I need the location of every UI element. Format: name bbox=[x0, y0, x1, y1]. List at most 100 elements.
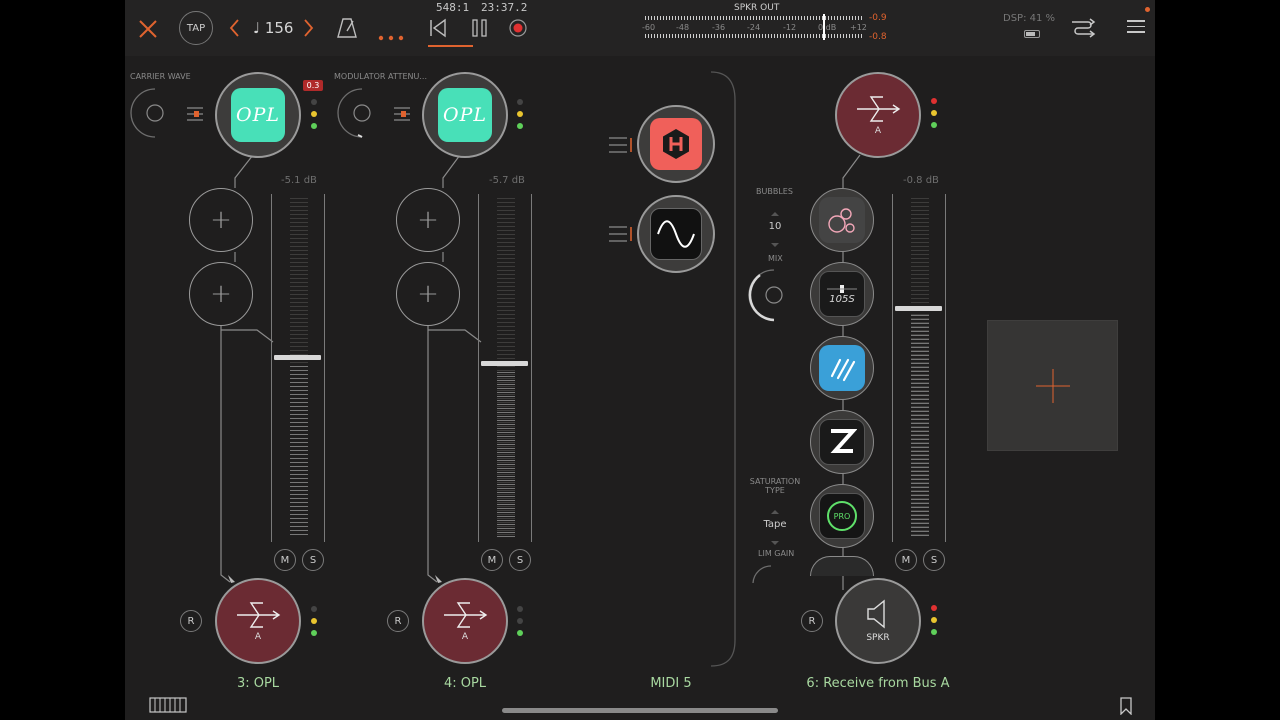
ch6-record-arm-button[interactable]: R bbox=[801, 610, 823, 632]
ch3-add-effect-slot-1[interactable]: + bbox=[189, 188, 253, 252]
ch3-plugin-node[interactable]: OPL bbox=[215, 72, 301, 158]
midi-plugin-node-1[interactable] bbox=[637, 105, 715, 183]
mute-label: M bbox=[280, 554, 290, 566]
saturation-type-stepper[interactable]: Tape bbox=[755, 500, 795, 550]
fader-level-scale bbox=[290, 366, 308, 538]
mute-label: M bbox=[901, 554, 911, 566]
ch3-mute-button[interactable]: M bbox=[274, 549, 296, 571]
plugin-name-text: OPL bbox=[236, 104, 280, 126]
status-led bbox=[517, 111, 523, 117]
knob-arc-icon bbox=[752, 565, 772, 583]
ch6-mute-button[interactable]: M bbox=[895, 549, 917, 571]
stepper-up-icon bbox=[771, 510, 779, 514]
slider-mapping-icon bbox=[187, 107, 203, 121]
ch4-name-label[interactable]: 4: OPL bbox=[365, 676, 565, 691]
ch6-output-node[interactable]: SPKR bbox=[835, 578, 921, 664]
mix-knob[interactable] bbox=[746, 267, 802, 323]
plus-icon bbox=[1035, 368, 1070, 403]
param-mapping-icon[interactable] bbox=[392, 106, 412, 126]
carrier-wave-knob[interactable] bbox=[129, 87, 181, 139]
bus-letter: A bbox=[254, 632, 262, 642]
ch4-volume-fader[interactable] bbox=[478, 194, 532, 542]
ch6-receive-bus-node[interactable]: A bbox=[835, 72, 921, 158]
midi-plugin-node-2[interactable] bbox=[637, 195, 715, 273]
ch4-solo-button[interactable]: S bbox=[509, 549, 531, 571]
ch3-solo-button[interactable]: S bbox=[302, 549, 324, 571]
ch6-solo-button[interactable]: S bbox=[923, 549, 945, 571]
status-led bbox=[931, 98, 937, 104]
fader-handle[interactable] bbox=[274, 355, 321, 360]
fader-handle[interactable] bbox=[481, 361, 528, 366]
status-led bbox=[311, 630, 317, 636]
fx-z-plugin[interactable] bbox=[810, 410, 874, 474]
bubbles-label: BUBBLES bbox=[756, 187, 793, 196]
ch4-plugin-node[interactable]: OPL bbox=[422, 72, 508, 158]
ch4-add-effect-slot-1[interactable]: + bbox=[396, 188, 460, 252]
midi5-name-label[interactable]: MIDI 5 bbox=[571, 676, 771, 691]
status-led bbox=[311, 99, 317, 105]
status-led bbox=[517, 630, 523, 636]
fx-bubbles-plugin[interactable] bbox=[810, 188, 874, 252]
fx-tape-plugin[interactable]: 105S bbox=[810, 262, 874, 326]
ch6-volume-fader[interactable] bbox=[892, 194, 946, 542]
sum-bus-icon bbox=[444, 602, 488, 628]
modulator-atten-knob[interactable] bbox=[336, 87, 388, 139]
status-led bbox=[311, 606, 317, 612]
status-led bbox=[517, 99, 523, 105]
ch4-mute-button[interactable]: M bbox=[481, 549, 503, 571]
ch3-volume-fader[interactable] bbox=[271, 194, 325, 542]
ch3-name-label[interactable]: 3: OPL bbox=[158, 676, 358, 691]
midi-mapping-icon[interactable] bbox=[607, 136, 635, 158]
clip-indicator[interactable]: 0.3 bbox=[303, 80, 323, 91]
ch4-send-bus-node[interactable]: A bbox=[422, 578, 508, 664]
record-label: R bbox=[394, 615, 402, 627]
knob-arc-icon bbox=[130, 88, 164, 138]
solo-label: S bbox=[930, 554, 938, 566]
ch3-db-readout: -5.1 dB bbox=[281, 175, 317, 186]
fx-delay-plugin[interactable] bbox=[810, 336, 874, 400]
bookmark-button[interactable] bbox=[1119, 697, 1133, 719]
param-mapping-icon[interactable] bbox=[185, 106, 205, 126]
ch4-add-effect-slot-2[interactable]: + bbox=[396, 262, 460, 326]
add-channel-button[interactable] bbox=[987, 320, 1118, 451]
pro-text: PRO bbox=[833, 511, 851, 521]
lim-gain-knob[interactable] bbox=[749, 563, 789, 583]
piano-keys-icon bbox=[149, 697, 187, 713]
ch4-record-arm-button[interactable]: R bbox=[387, 610, 409, 632]
ch3-send-bus-node[interactable]: A bbox=[215, 578, 301, 664]
bubbles-stepper[interactable]: 10 bbox=[765, 202, 785, 247]
lim-gain-label: LIM GAIN bbox=[758, 549, 795, 558]
ch4-db-readout: -5.7 dB bbox=[489, 175, 525, 186]
fader-handle[interactable] bbox=[895, 306, 942, 311]
saturation-label-line1: SATURATION bbox=[749, 477, 801, 486]
opl-synth-icon: OPL bbox=[438, 88, 492, 142]
stepper-down-icon bbox=[771, 243, 779, 247]
saturation-value: Tape bbox=[763, 519, 787, 530]
home-indicator bbox=[502, 708, 778, 713]
wave-arcs-icon bbox=[819, 345, 865, 391]
status-led bbox=[517, 606, 523, 612]
mix-label: MIX bbox=[768, 254, 783, 263]
knob-arc-icon bbox=[748, 269, 783, 322]
sum-bus-icon bbox=[237, 602, 281, 628]
status-led bbox=[311, 123, 317, 129]
midi-mapping-icon[interactable] bbox=[607, 225, 635, 247]
ch6-name-label[interactable]: 6: Receive from Bus A bbox=[778, 676, 978, 691]
record-label: R bbox=[187, 615, 195, 627]
plus-icon: + bbox=[417, 279, 439, 309]
saturation-label: SATURATION TYPE bbox=[748, 477, 802, 495]
fader-level-scale bbox=[911, 315, 929, 538]
bookmark-icon bbox=[1120, 697, 1132, 716]
status-led bbox=[517, 618, 523, 624]
stepper-down-icon bbox=[771, 541, 779, 545]
ch3-record-arm-button[interactable]: R bbox=[180, 610, 202, 632]
keyboard-button[interactable] bbox=[149, 697, 187, 717]
pro-dial-icon: PRO bbox=[819, 493, 865, 539]
clip-value: 0.3 bbox=[306, 81, 320, 90]
fx-pro-plugin[interactable]: PRO bbox=[810, 484, 874, 548]
ch3-add-effect-slot-2[interactable]: + bbox=[189, 262, 253, 326]
status-led bbox=[931, 605, 937, 611]
solo-label: S bbox=[516, 554, 524, 566]
fx-limiter-plugin[interactable] bbox=[810, 556, 874, 576]
status-led bbox=[517, 123, 523, 129]
